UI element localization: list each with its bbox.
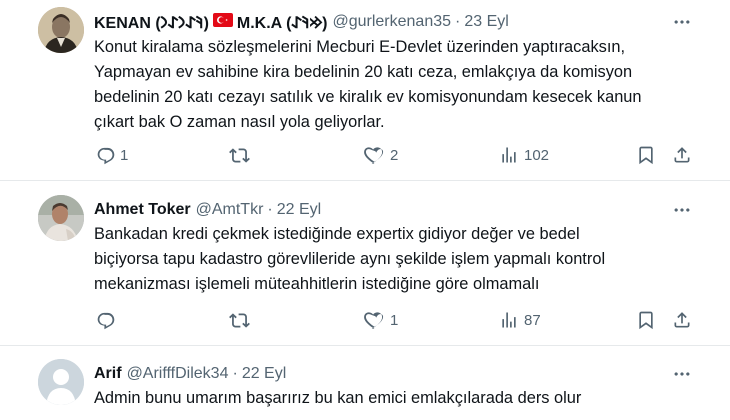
tweet-text-line: biçiyorsa tapu kadastro görevlileride ay… [94,250,606,268]
tweet-text-line: mekanizması işlemeli müteahhitlerin iste… [94,275,540,293]
share-icon [672,145,692,165]
tweet-actions: 1 87 [0,308,730,332]
bookmark-icon [636,310,656,330]
tweet-text-line: Bankadan kredi çekmek istediğinde expert… [94,225,580,243]
more-options-button[interactable] [672,200,692,220]
tweet-text-line: Yapmayan ev sahibine kira bedelinin 20 k… [94,63,633,81]
avatar[interactable] [38,7,84,53]
tweet-text-line: Admin bunu umarım başarırız bu kan emici… [94,389,582,407]
reply-count: 1 [120,146,129,164]
user-handle[interactable]: @ArifffDilek34 [127,365,229,383]
reply-icon [94,145,115,166]
bookmark-icon [636,145,656,165]
tweet-text-line: bedelinin 20 katı cezayı satılık ve kira… [94,88,642,106]
more-options-button[interactable] [672,364,692,384]
reply-feed: KENAN (𐰚𐰀𐰣𐰀𐰣) M.K.A (𐰢𐰚𐰀) @gurlerkenan35… [0,0,730,420]
tweet-text-line: Konut kiralama sözleşmelerini Mecburi E-… [94,38,626,56]
views-count: 102 [524,146,550,164]
like-icon [364,145,385,166]
tweet-3[interactable]: Arif @ArifffDilek34 · 22 Eyl Admin bunu … [0,345,730,420]
display-name-suffix[interactable]: M.K.A (𐰢𐰚𐰀) [237,11,328,33]
views-icon [499,145,519,165]
retweet-icon [229,145,250,166]
like-icon [364,310,385,331]
tweet-header: Ahmet Toker @AmtTkr · 22 Eyl [94,198,690,222]
avatar-default[interactable] [38,359,84,405]
reply-button[interactable] [94,308,115,332]
share-icon [672,310,692,330]
turkish-flag-icon [212,12,233,32]
more-icon [672,200,692,220]
share-button[interactable] [672,143,692,167]
default-avatar-icon [38,359,84,405]
user-handle[interactable]: @AmtTkr [196,201,264,219]
display-name[interactable]: Arif [94,365,122,383]
timestamp[interactable]: 23 Eyl [464,13,508,31]
avatar-photo-image [38,195,84,241]
tweet-text-line: çıkart bak O zaman nasıl yola geliyorlar… [94,113,385,131]
like-count: 1 [390,311,399,329]
retweet-button[interactable] [229,143,250,167]
more-options-button[interactable] [672,12,692,32]
separator-dot: · [232,365,238,382]
tweet-1[interactable]: KENAN (𐰚𐰀𐰣𐰀𐰣) M.K.A (𐰢𐰚𐰀) @gurlerkenan35… [0,0,730,180]
views-icon [499,310,519,330]
more-icon [672,364,692,384]
like-button[interactable]: 2 [364,143,398,167]
timestamp[interactable]: 22 Eyl [242,365,286,383]
bookmark-button[interactable] [636,143,656,167]
separator-dot: · [267,201,273,218]
views-button[interactable]: 102 [499,143,549,167]
tweet-header: KENAN (𐰚𐰀𐰣𐰀𐰣) M.K.A (𐰢𐰚𐰀) @gurlerkenan35… [94,10,690,34]
display-name[interactable]: Ahmet Toker [94,201,191,219]
tweet-text: Konut kiralama sözleşmelerini Mecburi E-… [94,35,700,135]
tweet-header: Arif @ArifffDilek34 · 22 Eyl [94,362,690,386]
like-button[interactable]: 1 [364,308,398,332]
retweet-button[interactable] [229,308,250,332]
more-icon [672,12,692,32]
like-count: 2 [390,146,399,164]
views-button[interactable]: 87 [499,308,541,332]
tweet-text: Admin bunu umarım başarırız bu kan emici… [94,386,700,411]
reply-button[interactable]: 1 [94,143,128,167]
views-count: 87 [524,311,541,329]
tweet-actions: 1 2 102 [0,143,730,167]
tweet-text: Bankadan kredi çekmek istediğinde expert… [94,222,700,297]
bookmark-button[interactable] [636,308,656,332]
display-name[interactable]: KENAN (𐰚𐰀𐰣𐰀𐰣) [94,11,209,33]
timestamp[interactable]: 22 Eyl [277,201,321,219]
tweet-2[interactable]: Ahmet Toker @AmtTkr · 22 Eyl Bankadan kr… [0,180,730,345]
retweet-icon [229,310,250,331]
avatar-portrait-image [38,7,84,53]
share-button[interactable] [672,308,692,332]
user-handle[interactable]: @gurlerkenan35 [332,13,451,31]
avatar[interactable] [38,195,84,241]
separator-dot: · [455,13,461,30]
reply-icon [94,310,115,331]
